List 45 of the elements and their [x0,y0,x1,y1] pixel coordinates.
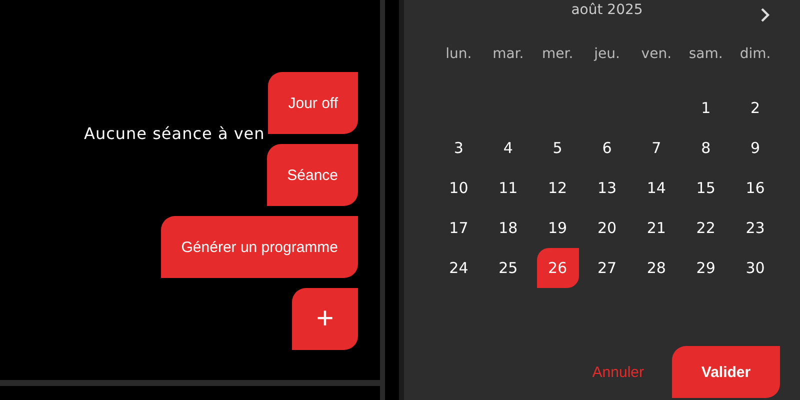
next-month-icon[interactable] [760,8,770,22]
day-cell[interactable]: 16 [734,168,776,208]
day-cell[interactable]: 4 [487,128,530,168]
day-cell[interactable]: 7 [635,128,678,168]
day-cell[interactable]: 19 [536,208,579,248]
day-cell[interactable]: 2 [734,88,776,128]
month-label: août 2025 [571,2,643,18]
day-cell[interactable]: 13 [586,168,628,208]
add-button[interactable]: + [292,288,358,350]
day-cell[interactable]: 1 [684,88,727,128]
day-cell[interactable]: 6 [586,128,628,168]
empty-message: Aucune séance à ven [84,124,265,143]
action-button[interactable]: Jour off [268,72,358,134]
confirm-button[interactable]: Valider [672,346,780,398]
weekday-label: lun. [446,45,472,64]
day-cell[interactable]: 24 [438,248,480,288]
action-button[interactable]: Générer un programme [161,216,358,278]
day-cell[interactable]: 10 [438,168,480,208]
weekday-label: dim. [740,45,771,64]
day-cell[interactable]: 11 [487,168,530,208]
day-cell[interactable]: 12 [536,168,579,208]
weekday-label: jeu. [594,45,620,64]
day-cell[interactable]: 20 [586,208,628,248]
weekday-label: mar. [492,45,524,64]
day-cell[interactable]: 5 [536,128,579,168]
weekday-label: sam. [688,45,723,64]
action-button[interactable]: Séance [267,144,358,206]
day-cell[interactable]: 23 [734,208,776,248]
day-cell[interactable]: 8 [684,128,727,168]
day-cell[interactable]: 27 [586,248,628,288]
day-cell[interactable]: 30 [734,248,776,288]
weekday-label: mer. [542,45,574,64]
day-cell[interactable]: 26 [536,248,579,288]
day-cell[interactable]: 28 [635,248,678,288]
day-cell[interactable]: 18 [487,208,530,248]
day-cell[interactable]: 21 [635,208,678,248]
day-cell[interactable]: 9 [734,128,776,168]
weekday-label: ven. [641,45,672,64]
day-cell[interactable]: 25 [487,248,530,288]
day-cell[interactable]: 3 [438,128,480,168]
day-cell[interactable]: 17 [438,208,480,248]
day-cell[interactable]: 15 [684,168,727,208]
day-cell[interactable]: 14 [635,168,678,208]
day-cell[interactable]: 22 [684,208,727,248]
day-cell[interactable]: 29 [684,248,727,288]
